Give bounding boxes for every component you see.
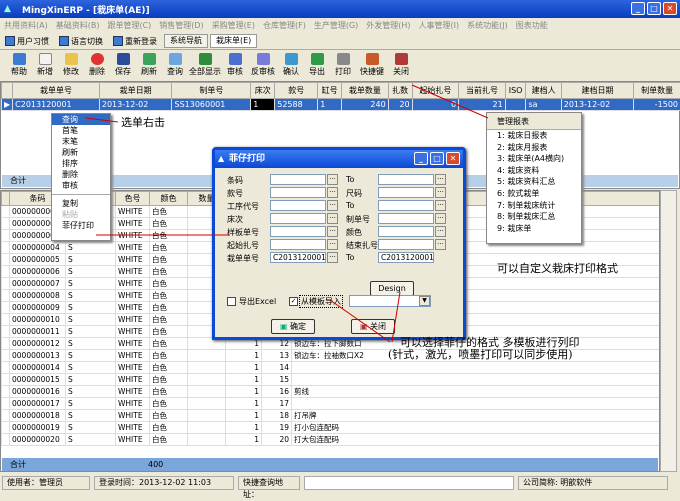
annotation-right-click: 选单右击 <box>121 114 165 130</box>
annotation-line <box>330 300 390 342</box>
annotation-line <box>412 85 488 118</box>
annotation-printers: (针式，激光，喷墨打印可以同步使用) <box>388 346 573 362</box>
annotation-line <box>86 118 118 122</box>
annotation-lines <box>0 0 680 492</box>
annotation-custom-format: 可以自定义栽床打印格式 <box>497 260 618 276</box>
annotation-line <box>392 292 400 342</box>
